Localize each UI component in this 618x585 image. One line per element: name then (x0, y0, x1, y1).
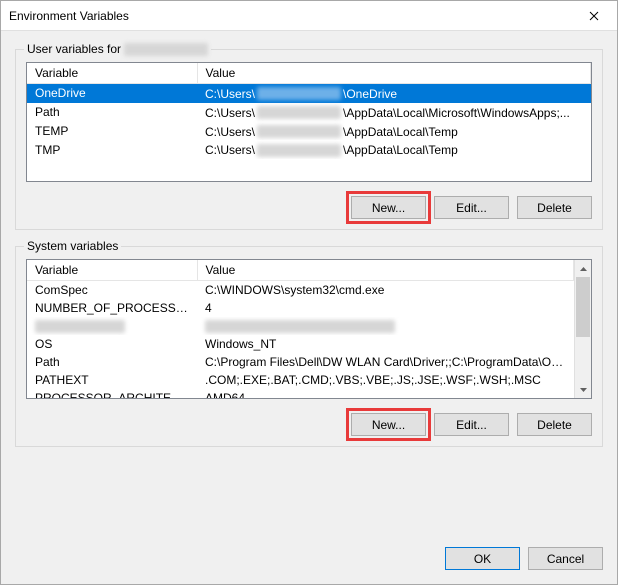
system-button-row: New... Edit... Delete (26, 413, 592, 436)
user-button-row: New... Edit... Delete (26, 196, 592, 219)
table-row[interactable]: TEMP C:\Users\\AppData\Local\Temp (27, 122, 591, 141)
cancel-button[interactable]: Cancel (528, 547, 603, 570)
redacted-username (257, 125, 341, 138)
system-variables-table-wrap: Variable Value ComSpec C:\WINDOWS\system… (26, 259, 592, 399)
system-scrollbar[interactable] (574, 260, 591, 398)
table-row[interactable]: OneDrive C:\Users\\OneDrive (27, 84, 591, 103)
user-variables-table[interactable]: Variable Value OneDrive C:\Users\\OneDri… (27, 63, 591, 159)
table-row[interactable]: Path C:\Users\\AppData\Local\Microsoft\W… (27, 103, 591, 122)
table-row[interactable]: OS Windows_NT (27, 335, 574, 353)
titlebar: Environment Variables (1, 1, 617, 31)
redacted-username (257, 87, 341, 100)
table-row[interactable] (27, 317, 574, 335)
system-group-label: System variables (24, 239, 121, 253)
chevron-down-icon (580, 388, 587, 392)
table-row[interactable]: NUMBER_OF_PROCESSORS 4 (27, 299, 574, 317)
user-variables-group: User variables for Variable Value (15, 49, 603, 230)
user-variables-table-wrap: Variable Value OneDrive C:\Users\\OneDri… (26, 62, 592, 182)
dialog-footer: OK Cancel (1, 543, 617, 584)
system-new-button[interactable]: New... (351, 413, 426, 436)
table-row[interactable]: Path C:\Program Files\Dell\DW WLAN Card\… (27, 353, 574, 371)
user-group-label: User variables for (24, 42, 211, 56)
scroll-down-button[interactable] (575, 381, 591, 398)
redacted-var-value (205, 320, 395, 333)
close-icon (589, 11, 599, 21)
close-button[interactable] (571, 1, 617, 31)
user-edit-button[interactable]: Edit... (434, 196, 509, 219)
redacted-username (257, 144, 341, 157)
table-row[interactable]: PATHEXT .COM;.EXE;.BAT;.CMD;.VBS;.VBE;.J… (27, 371, 574, 389)
scroll-up-button[interactable] (575, 260, 591, 277)
scroll-track[interactable] (575, 277, 591, 381)
system-col-variable[interactable]: Variable (27, 260, 197, 281)
user-delete-button[interactable]: Delete (517, 196, 592, 219)
table-row[interactable]: ComSpec C:\WINDOWS\system32\cmd.exe (27, 281, 574, 300)
scroll-thumb[interactable] (576, 277, 590, 337)
table-row[interactable]: PROCESSOR_ARCHITECTURE AMD64 (27, 389, 574, 398)
system-variables-group: System variables Variable Value (15, 246, 603, 447)
redacted-username (124, 43, 208, 56)
table-row[interactable]: TMP C:\Users\\AppData\Local\Temp (27, 140, 591, 159)
ok-button[interactable]: OK (445, 547, 520, 570)
system-edit-button[interactable]: Edit... (434, 413, 509, 436)
system-delete-button[interactable]: Delete (517, 413, 592, 436)
env-vars-dialog: Environment Variables User variables for… (0, 0, 618, 585)
redacted-var-name (35, 320, 125, 333)
system-col-value[interactable]: Value (197, 260, 574, 281)
user-col-variable[interactable]: Variable (27, 63, 197, 84)
user-new-button[interactable]: New... (351, 196, 426, 219)
system-variables-table[interactable]: Variable Value ComSpec C:\WINDOWS\system… (27, 260, 574, 398)
window-title: Environment Variables (9, 9, 571, 23)
chevron-up-icon (580, 267, 587, 271)
redacted-username (257, 106, 341, 119)
user-col-value[interactable]: Value (197, 63, 591, 84)
dialog-body: User variables for Variable Value (1, 31, 617, 543)
